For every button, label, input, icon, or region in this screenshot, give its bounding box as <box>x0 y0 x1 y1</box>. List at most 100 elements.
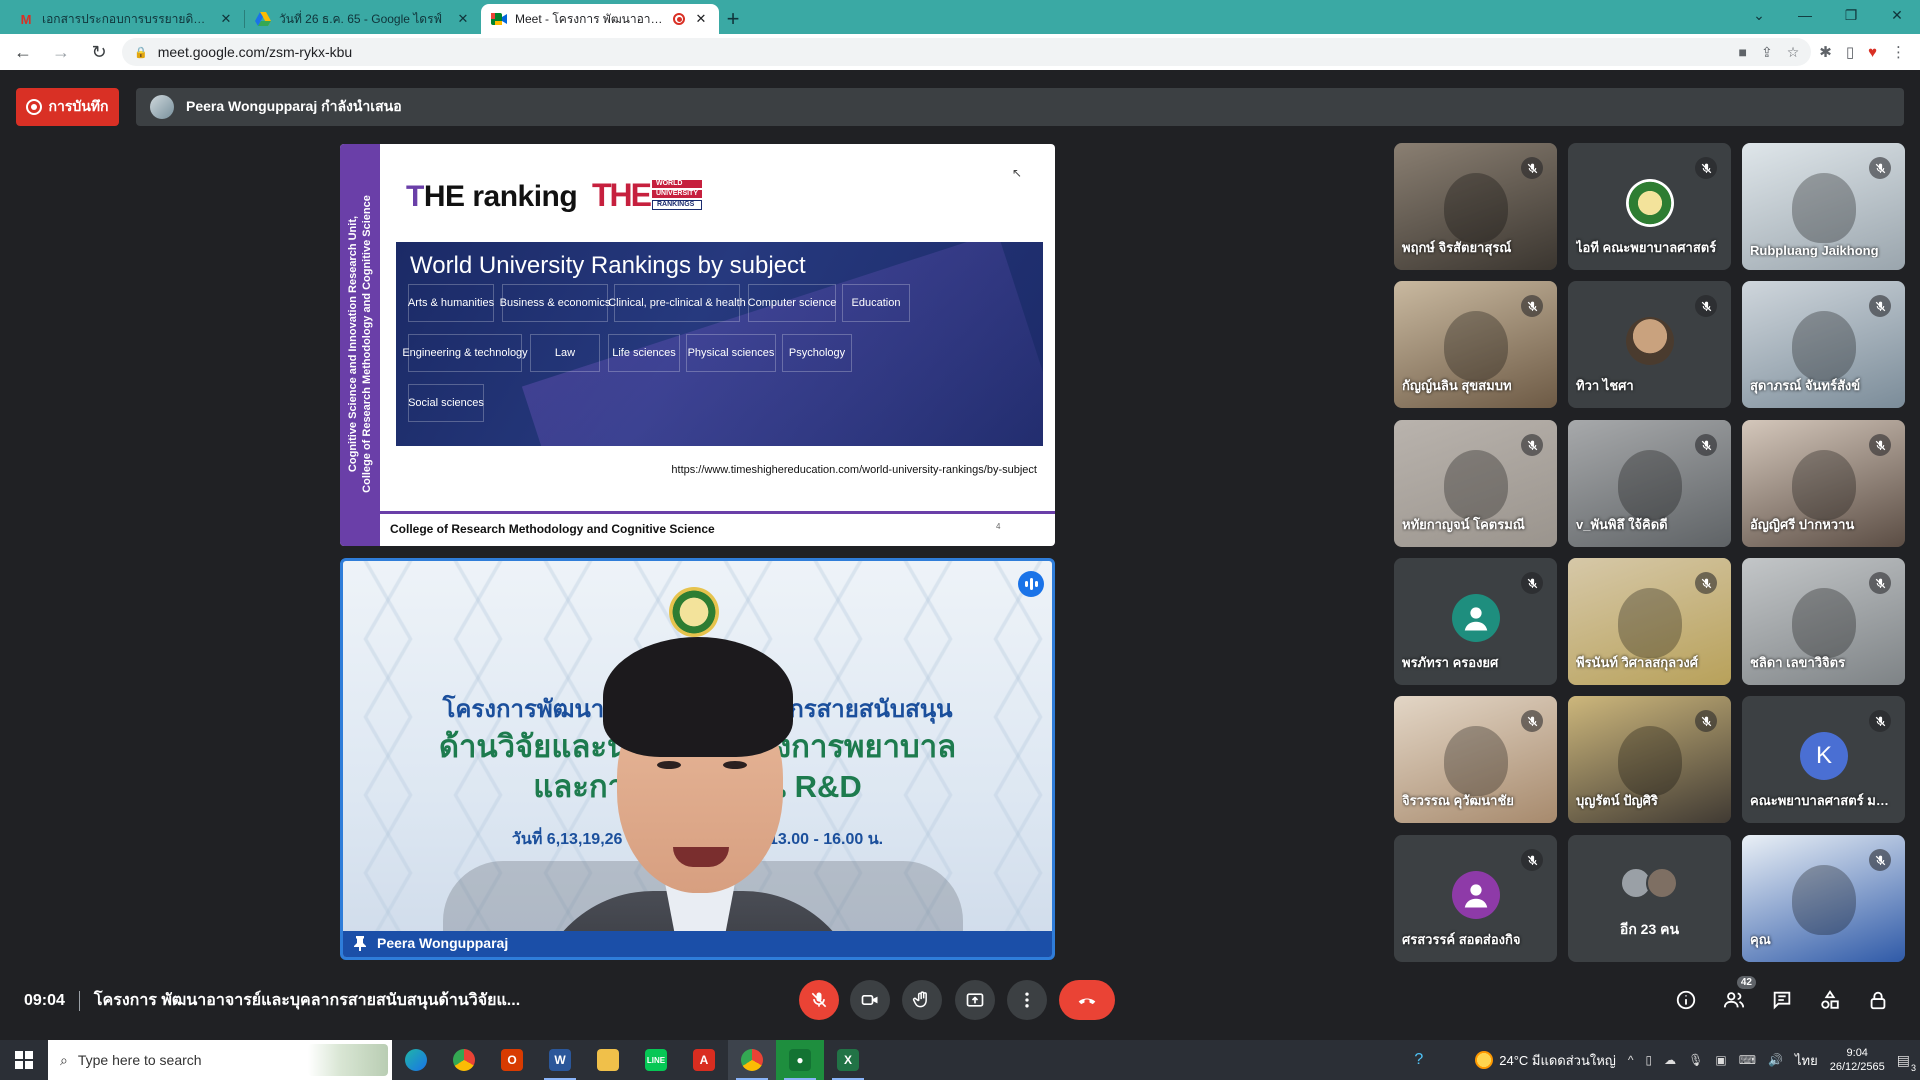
slide-side-text: Cognitive Science and Innovation Researc… <box>347 195 373 493</box>
participant-tile[interactable]: v_พันพิลึ ใจ้คิดดี <box>1568 420 1731 547</box>
participant-tile[interactable]: อัญญิศรี ปากหวาน <box>1742 420 1905 547</box>
host-controls-button[interactable] <box>1862 984 1894 1016</box>
camera-in-use-icon[interactable]: ■ <box>1738 44 1746 60</box>
muted-mic-icon <box>1521 295 1543 317</box>
recording-button[interactable]: การบันทึก <box>16 88 119 126</box>
chrome-taskbar-icon[interactable] <box>440 1040 488 1080</box>
participant-tile[interactable]: อีก 23 คน <box>1568 835 1731 962</box>
presenting-text: Peera Wongupparaj กำลังนำเสนอ <box>186 98 402 114</box>
muted-mic-icon <box>1695 295 1717 317</box>
browser-tab-gmail[interactable]: M เอกสารประกอบการบรรยายดิจิทัลพิมพ์นำเสน… <box>8 4 244 34</box>
tab-title: วันที่ 26 ธ.ค. 65 - Google ไดรฟ์ <box>279 11 443 26</box>
acrobat-taskbar-icon[interactable]: A <box>680 1040 728 1080</box>
subject-chip: Engineering & technology <box>402 334 528 372</box>
phone-link-icon[interactable]: ▯ <box>1646 1053 1653 1067</box>
raise-hand-button[interactable] <box>902 980 942 1020</box>
muted-mic-icon <box>1695 434 1717 456</box>
input-language[interactable]: ไทย <box>1795 1050 1818 1071</box>
new-tab-button[interactable]: + <box>719 4 747 34</box>
muted-mic-icon <box>1869 849 1891 871</box>
lock-icon[interactable]: 🔒 <box>134 46 148 59</box>
participant-silhouette <box>1792 865 1856 935</box>
reload-icon[interactable]: ↻ <box>84 37 114 67</box>
camera-button[interactable] <box>850 980 890 1020</box>
participant-tile[interactable]: ทิวา ไชศา <box>1568 281 1731 408</box>
subject-chip: Law <box>530 334 600 372</box>
close-window-icon[interactable]: ✕ <box>1874 7 1920 24</box>
line-taskbar-icon[interactable]: LINE <box>632 1040 680 1080</box>
meeting-details-button[interactable] <box>1670 984 1702 1016</box>
tab-search-icon[interactable]: ⌄ <box>1736 7 1782 24</box>
volume-icon[interactable]: 🔊 <box>1768 1053 1783 1067</box>
subject-chip: Social sciences <box>408 384 484 422</box>
weather-widget[interactable]: 24°C มีแดดส่วนใหญ่ <box>1475 1050 1616 1071</box>
close-tab-icon[interactable]: ✕ <box>455 11 471 27</box>
participant-tile[interactable]: พฤกษ์ จิรสัตยาสุรณ์ <box>1394 143 1557 270</box>
participant-tile[interactable]: สุดาภรณ์ จันทร์สังข์ <box>1742 281 1905 408</box>
participant-tile[interactable]: ชลิดา เลขาวิจิตร <box>1742 558 1905 685</box>
word-taskbar-icon[interactable]: W <box>536 1040 584 1080</box>
muted-mic-icon <box>1869 572 1891 594</box>
chat-button[interactable] <box>1766 984 1798 1016</box>
leave-call-button[interactable] <box>1059 980 1115 1020</box>
participant-tile[interactable]: พรภัทรา ครองยศ <box>1394 558 1557 685</box>
participant-tile[interactable]: พีรนันท์ วิศาลสกุลวงศ์ <box>1568 558 1731 685</box>
onedrive-icon[interactable]: ☁ <box>1664 1053 1676 1067</box>
pin-icon[interactable] <box>353 935 367 951</box>
browser-menu-icon[interactable]: ⋮ <box>1891 43 1906 61</box>
notification-center-icon[interactable]: ▤ 3 <box>1897 1052 1916 1073</box>
close-tab-icon[interactable]: ✕ <box>693 11 709 27</box>
close-tab-icon[interactable]: ✕ <box>218 11 234 27</box>
profile-extension-icon[interactable]: ♥ <box>1868 44 1877 61</box>
participant-tile[interactable]: K คณะพยาบาลศาสตร์ มหาวิทยาลัย <box>1742 696 1905 823</box>
participant-tile[interactable]: หทัยกาญจน์ โคตรมณี <box>1394 420 1557 547</box>
participant-tile[interactable]: ไอที คณะพยาบาลศาสตร์ <box>1568 143 1731 270</box>
side-panel-icon[interactable]: ▯ <box>1846 43 1854 61</box>
meet-present-tray-icon[interactable]: ▣ <box>1715 1053 1726 1067</box>
file-explorer-taskbar-icon[interactable] <box>584 1040 632 1080</box>
muted-mic-icon <box>1869 157 1891 179</box>
forward-icon[interactable]: → <box>46 37 76 67</box>
chrome-profile-taskbar-icon[interactable] <box>728 1040 776 1080</box>
meet-app-taskbar-icon[interactable]: ● <box>776 1040 824 1080</box>
muted-mic-icon <box>1521 710 1543 732</box>
participant-tile[interactable]: Rubpluang Jaikhong <box>1742 143 1905 270</box>
browser-tab-meet[interactable]: Meet - โครงการ พัฒนาอาจารย์และบุคลากร ✕ <box>481 4 719 34</box>
presenter-video-tile[interactable]: โครงการพัฒนาอาจารย์และบุคลากรสายสนับสนุน… <box>340 558 1055 960</box>
activities-button[interactable] <box>1814 984 1846 1016</box>
participant-silhouette <box>1444 450 1508 520</box>
windows-start-icon[interactable] <box>0 1040 48 1080</box>
url-field[interactable]: 🔒 meet.google.com/zsm-rykx-kbu ■ ⇪ ☆ <box>122 38 1812 66</box>
extensions-puzzle-icon[interactable]: ✱ <box>1819 43 1832 61</box>
minimize-icon[interactable]: — <box>1782 7 1828 23</box>
people-button[interactable]: 42 <box>1718 976 1756 1016</box>
back-icon[interactable]: ← <box>8 37 38 67</box>
participant-tile[interactable]: ศรสวรรค์ สอดส่องกิจ <box>1394 835 1557 962</box>
participant-tile[interactable]: คุณ <box>1742 835 1905 962</box>
excel-taskbar-icon[interactable]: X <box>824 1040 872 1080</box>
taskbar-clock[interactable]: 9:04 26/12/2565 <box>1830 1046 1885 1074</box>
participant-tile[interactable]: บุญรัตน์ ปัญศิริ <box>1568 696 1731 823</box>
show-hidden-icons-icon[interactable]: ^ <box>1628 1053 1634 1067</box>
browser-tab-google-drive[interactable]: วันที่ 26 ธ.ค. 65 - Google ไดรฟ์ ✕ <box>245 4 481 34</box>
presenter-name-label: Peera Wongupparaj <box>353 935 508 951</box>
taskbar-search-box[interactable]: ⌕ Type here to search <box>48 1040 392 1080</box>
person-icon <box>1464 607 1488 631</box>
restore-icon[interactable]: ❐ <box>1828 7 1874 24</box>
network-icon[interactable]: ⌨ <box>1739 1053 1756 1067</box>
office-taskbar-icon[interactable]: O <box>488 1040 536 1080</box>
share-icon[interactable]: ⇪ <box>1761 44 1773 61</box>
participant-tile[interactable]: กัญญ์นลิน สุขสมบท <box>1394 281 1557 408</box>
microphone-tray-icon[interactable]: 🎙 <box>1688 1053 1703 1067</box>
more-options-button[interactable] <box>1007 980 1047 1020</box>
present-now-button[interactable] <box>955 980 995 1020</box>
help-icon[interactable]: ? <box>1414 1051 1423 1069</box>
edge-taskbar-icon[interactable] <box>392 1040 440 1080</box>
bookmark-star-icon[interactable]: ☆ <box>1787 44 1800 61</box>
microphone-off-button[interactable] <box>799 980 839 1020</box>
rankings-subject-panel: World University Rankings by subject Art… <box>396 242 1043 446</box>
participant-tile[interactable]: จิรวรรณ คุวัฒนาชัย <box>1394 696 1557 823</box>
recording-indicator-icon <box>673 13 685 25</box>
hang-up-icon <box>1078 998 1096 1005</box>
muted-mic-icon <box>1695 572 1717 594</box>
